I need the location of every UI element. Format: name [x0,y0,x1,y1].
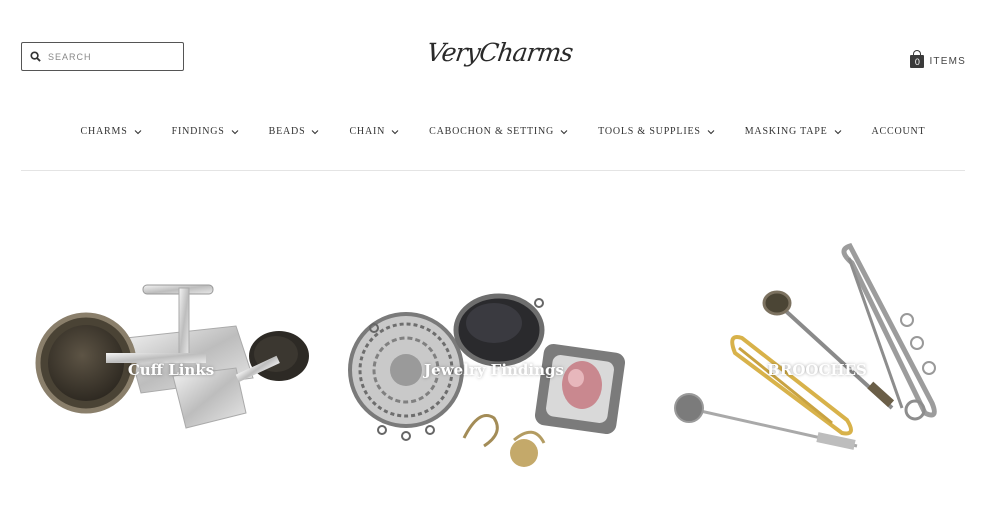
collection-tile-cuff-links[interactable]: Cuff Links [21,208,321,498]
nav-item-label: ACCOUNT [871,126,926,137]
nav-item-tools-supplies[interactable]: TOOLS & SUPPLIES [598,126,715,137]
nav-item-beads[interactable]: BEADS [269,126,320,137]
nav-item-masking-tape[interactable]: MASKING TAPE [745,126,842,137]
nav-item-cabochon-setting[interactable]: CABOCHON & SETTING [429,126,568,137]
search-input[interactable] [48,51,168,62]
nav-item-label: MASKING TAPE [744,126,828,137]
cart-link[interactable]: 0 ITEMS [910,50,966,68]
chevron-down-icon [231,129,239,134]
collection-tile-brooches[interactable]: BROOCHES [667,208,967,498]
nav-item-label: CABOCHON & SETTING [429,126,555,137]
nav-item-label: BEADS [268,126,306,137]
search-box[interactable] [21,42,184,71]
collection-tile-jewelry-findings[interactable]: Jewelry Findings [344,208,644,498]
nav-item-findings[interactable]: FINDINGS [172,126,239,137]
nav-item-account[interactable]: ACCOUNT [872,126,926,137]
nav-item-chain[interactable]: CHAIN [349,126,399,137]
collection-title: Jewelry Findings [424,361,564,379]
cart-label: ITEMS [929,56,966,67]
chevron-down-icon [560,129,568,134]
chevron-down-icon [391,129,399,134]
chevron-down-icon [134,129,141,134]
nav-item-charms[interactable]: CHARMS [81,126,142,137]
chevron-down-icon [707,129,715,134]
search-icon [30,51,41,62]
header-divider [21,170,965,171]
cart-count: 0 [914,57,920,67]
brooches-image [674,242,937,450]
cuff-links-image [35,284,309,429]
nav-item-label: FINDINGS [171,126,225,137]
site-logo[interactable]: VeryCharms [425,34,574,82]
shopping-bag-icon: 0 [910,50,925,68]
nav-item-label: CHARMS [80,126,128,137]
collection-title: Cuff Links [127,361,215,379]
chevron-down-icon [834,129,841,134]
nav-item-label: CHAIN [349,126,386,137]
logo-text: VeryCharms [424,38,575,67]
main-nav: CHARMS FINDINGS BEADS CHAIN CABOCHON & S… [0,126,1006,137]
chevron-down-icon [312,129,319,134]
nav-item-label: TOOLS & SUPPLIES [598,126,701,137]
jewelry-findings-image [348,293,626,467]
collection-title: BROOCHES [767,361,867,379]
